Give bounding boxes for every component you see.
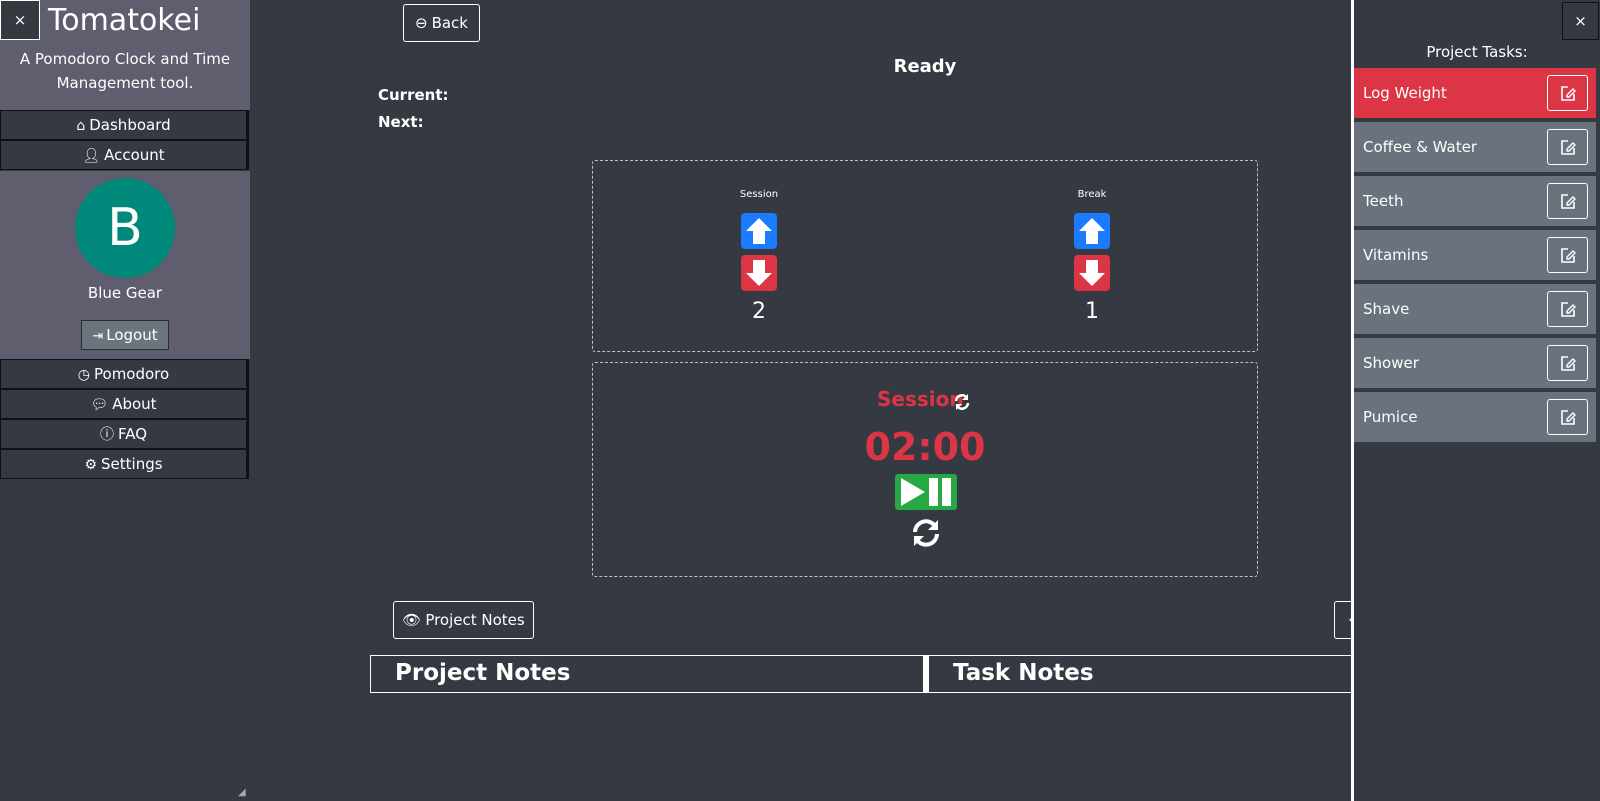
break-decrease-button[interactable] bbox=[1074, 255, 1110, 291]
session-control-label: Session bbox=[739, 189, 779, 200]
task-row[interactable]: Shave bbox=[1354, 284, 1596, 334]
eye-icon: 👁︎ bbox=[402, 611, 422, 629]
resize-grip-icon[interactable]: ◢ bbox=[238, 788, 248, 798]
comment-icon: 💬︎ bbox=[90, 397, 109, 413]
swap-icon[interactable] bbox=[953, 393, 971, 411]
arrow-down-icon bbox=[746, 260, 772, 286]
edit-icon bbox=[1560, 86, 1576, 101]
logout-button[interactable]: ⇥ Logout bbox=[81, 320, 169, 350]
gears-icon: ⚙ bbox=[84, 457, 98, 473]
task-name: Vitamins bbox=[1363, 246, 1429, 264]
close-tasks-button[interactable]: × bbox=[1562, 2, 1599, 40]
break-increase-button[interactable] bbox=[1074, 213, 1110, 249]
user-icon: 👤︎ bbox=[82, 148, 101, 164]
task-row[interactable]: Log Weight bbox=[1354, 68, 1596, 118]
session-count: 2 bbox=[752, 299, 766, 324]
nav-account-label: Account bbox=[104, 146, 165, 164]
nav-account[interactable]: 👤︎ Account bbox=[0, 140, 249, 170]
interval-settings-panel: Session 2 Break 1 bbox=[592, 160, 1258, 352]
arrow-up-icon bbox=[746, 218, 772, 244]
back-label: Back bbox=[431, 14, 468, 32]
tasks-title: Project Tasks: bbox=[1426, 43, 1528, 61]
clock-icon: ◷ bbox=[77, 367, 90, 383]
edit-icon bbox=[1560, 356, 1576, 371]
sidebar-header: × Tomatokei A Pomodoro Clock and Time Ma… bbox=[0, 0, 250, 110]
tab-task-notes[interactable]: Task Notes bbox=[929, 656, 1355, 692]
nav-faq[interactable]: ⓘ FAQ bbox=[0, 419, 249, 449]
project-tasks-sidebar: × Project Tasks: Log Weight Coffee & Wat… bbox=[1354, 0, 1600, 801]
edit-task-button[interactable] bbox=[1547, 183, 1588, 219]
arrow-up-icon bbox=[1079, 218, 1105, 244]
edit-task-button[interactable] bbox=[1547, 399, 1588, 435]
user-name: Blue Gear bbox=[87, 284, 163, 302]
task-name: Shower bbox=[1363, 354, 1419, 372]
task-name: Log Weight bbox=[1363, 84, 1447, 102]
edit-task-button[interactable] bbox=[1547, 291, 1588, 327]
close-icon: × bbox=[1574, 12, 1587, 30]
avatar: B bbox=[75, 178, 175, 278]
edit-icon bbox=[1560, 302, 1576, 317]
nav-about[interactable]: 💬︎ About bbox=[0, 389, 249, 419]
task-name: Shave bbox=[1363, 300, 1410, 318]
task-row[interactable]: Shower bbox=[1354, 338, 1596, 388]
task-name: Teeth bbox=[1363, 192, 1404, 210]
edit-icon bbox=[1560, 410, 1576, 425]
edit-icon bbox=[1560, 248, 1576, 263]
edit-task-button[interactable] bbox=[1547, 237, 1588, 273]
task-row[interactable]: Vitamins bbox=[1354, 230, 1596, 280]
edit-task-button[interactable] bbox=[1547, 129, 1588, 165]
session-decrease-button[interactable] bbox=[741, 255, 777, 291]
nav-faq-label: FAQ bbox=[117, 425, 148, 443]
edit-icon bbox=[1560, 194, 1576, 209]
back-button[interactable]: ⊖ Back bbox=[403, 4, 480, 42]
project-notes-button-label: Project Notes bbox=[425, 611, 525, 629]
nav-dashboard-label: Dashboard bbox=[89, 116, 171, 134]
close-sidebar-button[interactable]: × bbox=[0, 0, 40, 40]
timer-panel: Session 02:00 bbox=[592, 362, 1258, 577]
logout-label: Logout bbox=[106, 326, 158, 344]
nav-about-label: About bbox=[112, 395, 157, 413]
left-sidebar: × Tomatokei A Pomodoro Clock and Time Ma… bbox=[0, 0, 250, 801]
play-pause-icon bbox=[901, 478, 951, 506]
back-circle-icon: ⊖ bbox=[415, 14, 428, 32]
logout-icon: ⇥ bbox=[92, 329, 104, 344]
reset-icon[interactable] bbox=[910, 517, 942, 549]
notes-tabs: Project Notes Task Notes bbox=[370, 655, 1354, 693]
task-row[interactable]: Coffee & Water bbox=[1354, 122, 1596, 172]
time-display: 02:00 bbox=[864, 425, 986, 469]
task-name: Pumice bbox=[1363, 408, 1418, 426]
next-label: Next: bbox=[378, 113, 424, 131]
nav-settings[interactable]: ⚙ Settings bbox=[0, 449, 249, 479]
status-text: Ready bbox=[893, 56, 957, 77]
break-count: 1 bbox=[1085, 299, 1099, 324]
task-name: Coffee & Water bbox=[1363, 138, 1478, 156]
edit-icon bbox=[1560, 140, 1576, 155]
nav-pomodoro-label: Pomodoro bbox=[94, 365, 170, 383]
current-label: Current: bbox=[378, 86, 449, 104]
task-row[interactable]: Pumice bbox=[1354, 392, 1596, 442]
nav-dashboard[interactable]: ⌂ Dashboard bbox=[0, 110, 249, 140]
session-increase-button[interactable] bbox=[741, 213, 777, 249]
arrow-down-icon bbox=[1079, 260, 1105, 286]
project-notes-button[interactable]: 👁︎ Project Notes bbox=[393, 601, 534, 639]
timer-mode-label: Session bbox=[877, 387, 964, 411]
play-pause-button[interactable] bbox=[895, 474, 957, 510]
nav-settings-label: Settings bbox=[101, 455, 163, 473]
app-title: Tomatokei bbox=[48, 3, 201, 38]
tab-project-notes[interactable]: Project Notes bbox=[371, 656, 923, 692]
nav-pomodoro[interactable]: ◷ Pomodoro bbox=[0, 359, 249, 389]
close-icon: × bbox=[13, 11, 27, 29]
edit-task-button[interactable] bbox=[1547, 345, 1588, 381]
break-control-label: Break bbox=[1077, 189, 1107, 200]
home-icon: ⌂ bbox=[76, 118, 86, 134]
user-panel: B Blue Gear ⇥ Logout bbox=[0, 171, 250, 359]
question-icon: ⓘ bbox=[99, 427, 114, 443]
task-row[interactable]: Teeth bbox=[1354, 176, 1596, 226]
edit-task-button[interactable] bbox=[1547, 75, 1588, 111]
app-subtitle: A Pomodoro Clock and Time Management too… bbox=[19, 50, 231, 92]
